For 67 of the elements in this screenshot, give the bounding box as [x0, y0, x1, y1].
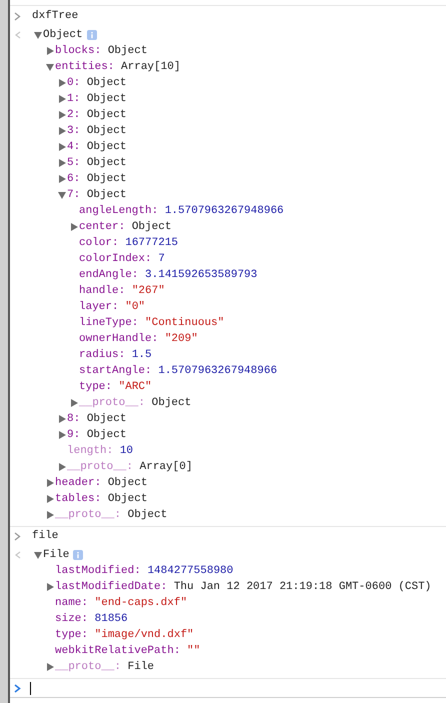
triangle-icon[interactable] — [46, 495, 54, 503]
property-entry: center: Object — [79, 220, 172, 235]
property-entry: ownerHandle: "209" — [79, 332, 198, 347]
triangle-icon[interactable] — [34, 31, 42, 39]
triangle-icon[interactable] — [46, 47, 54, 55]
triangle-icon[interactable] — [58, 191, 66, 199]
property-entry: angleLength: 1.5707963267948966 — [79, 204, 284, 219]
triangle-icon[interactable] — [46, 583, 54, 591]
triangle-icon[interactable] — [58, 431, 66, 439]
chevron-icon — [14, 532, 21, 540]
property-entry: tables: Object — [55, 492, 148, 507]
triangle-icon[interactable] — [58, 79, 66, 87]
triangle-icon[interactable] — [46, 479, 54, 487]
property-entry: lastModified: 1484277558980 — [55, 564, 234, 579]
property-entry: size: 81856 — [55, 612, 128, 627]
property-entry: 5: Object — [67, 156, 126, 171]
property-entry: type: "image/vnd.dxf" — [55, 628, 194, 643]
property-entry: type: "ARC" — [79, 380, 152, 395]
chevron-icon — [14, 12, 21, 20]
property-entry: Object — [43, 28, 83, 43]
property-entry: handle: "267" — [79, 284, 165, 299]
property-entry: 1: Object — [67, 92, 126, 107]
property-entry: 4: Object — [67, 140, 126, 155]
property-entry: __proto__: Object — [55, 508, 168, 523]
property-entry: radius: 1.5 — [79, 348, 152, 363]
property-entry: blocks: Object — [55, 44, 148, 59]
triangle-icon[interactable] — [58, 111, 66, 119]
property-entry: 0: Object — [67, 76, 126, 91]
property-entry: startAngle: 1.5707963267948966 — [79, 364, 278, 379]
triangle-icon[interactable] — [58, 159, 66, 167]
triangle-icon[interactable] — [46, 63, 54, 71]
property-entry: endAngle: 3.141592653589793 — [79, 268, 258, 283]
property-entry: __proto__: File — [55, 660, 154, 675]
triangle-icon[interactable] — [34, 551, 42, 559]
property-entry: 2: Object — [67, 108, 126, 123]
triangle-icon[interactable] — [58, 95, 66, 103]
property-entry: File — [43, 548, 70, 563]
property-entry: name: "end-caps.dxf" — [55, 596, 188, 611]
property-entry: 7: Object — [67, 188, 126, 203]
triangle-icon[interactable] — [58, 415, 66, 423]
property-entry: 9: Object — [67, 428, 126, 443]
property-entry: lastModifiedDate: Thu Jan 12 2017 21:19:18 GMT-0600 (CST) — [55, 580, 432, 595]
property-entry: 6: Object — [67, 172, 126, 187]
property-entry: layer: "0" — [79, 300, 146, 315]
property-entry: __proto__: Object — [79, 396, 192, 411]
triangle-icon[interactable] — [46, 663, 54, 671]
property-entry: 8: Object — [67, 412, 126, 427]
text-cursor-icon — [30, 682, 31, 695]
property-entry: color: 16777215 — [79, 236, 178, 251]
property-entry: __proto__: Array[0] — [67, 460, 192, 475]
property-entry: entities: Array[10] — [55, 60, 180, 75]
property-entry: header: Object — [55, 476, 148, 491]
command-text: file — [32, 528, 58, 544]
property-entry: webkitRelativePath: "" — [55, 644, 200, 659]
property-entry: colorIndex: 7 — [79, 252, 165, 267]
triangle-icon[interactable] — [70, 223, 78, 231]
property-entry: length: 10 — [67, 444, 134, 459]
triangle-icon[interactable] — [58, 175, 66, 183]
property-entry: lineType: "Continuous" — [79, 316, 224, 331]
triangle-icon[interactable] — [58, 127, 66, 135]
command-text: dxfTree — [32, 8, 78, 24]
chevron-icon — [14, 684, 21, 693]
triangle-icon[interactable] — [58, 463, 66, 471]
property-entry: 3: Object — [67, 124, 126, 139]
triangle-icon[interactable] — [46, 511, 54, 519]
triangle-icon[interactable] — [70, 399, 78, 407]
triangle-icon[interactable] — [58, 143, 66, 151]
